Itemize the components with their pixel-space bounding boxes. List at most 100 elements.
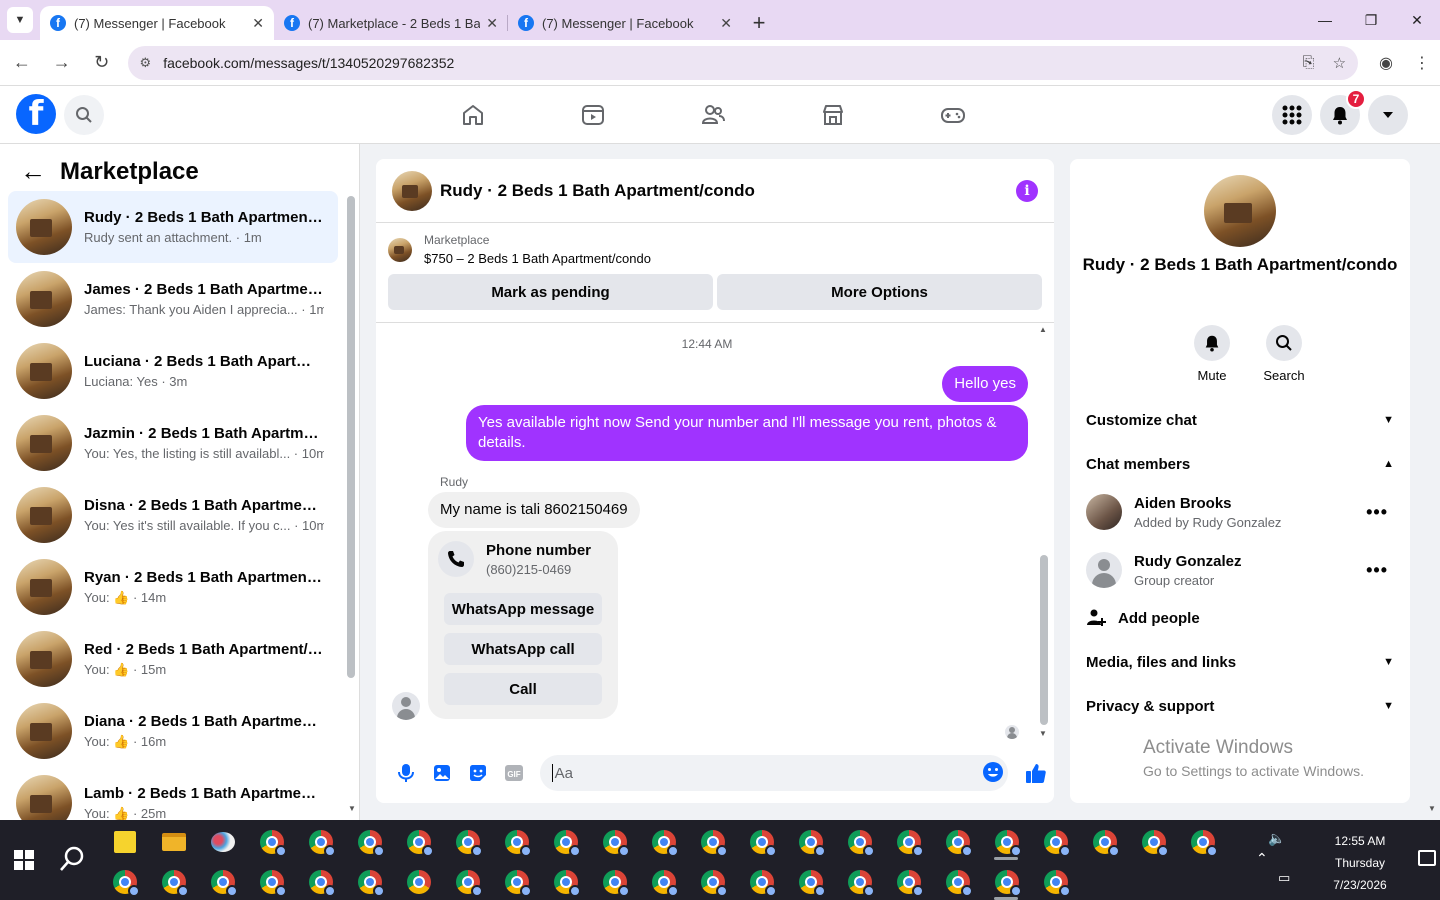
address-bar[interactable]: ⚙ facebook.com/messages/t/13405202976823… (127, 45, 1359, 80)
chat-member-item[interactable]: Aiden Brooks Added by Rudy Gonzalez ••• (1086, 494, 1394, 530)
chrome-window[interactable] (590, 826, 639, 858)
customize-chat-section[interactable]: Customize chat ▼ (1086, 402, 1394, 438)
browser-tab-2[interactable]: f (7) Marketplace - 2 Beds 1 Bath ✕ (274, 6, 508, 40)
reload-icon[interactable]: ↻ (84, 45, 120, 81)
outgoing-message[interactable]: Hello yes (942, 366, 1028, 402)
chat-title[interactable]: Rudy · 2 Beds 1 Bath Apartment/condo (440, 181, 1016, 201)
notifications-button[interactable]: 7 (1320, 89, 1366, 135)
mute-button[interactable]: Mute (1176, 325, 1248, 383)
info-icon[interactable]: i (1016, 179, 1038, 202)
forward-arrow-icon[interactable]: → (44, 45, 80, 81)
chrome-window[interactable] (345, 826, 394, 858)
account-button[interactable] (1368, 95, 1408, 135)
nav-friends-button[interactable] (684, 96, 742, 134)
chrome-window[interactable] (688, 826, 737, 858)
chrome-window[interactable] (786, 866, 835, 898)
chrome-window[interactable] (737, 866, 786, 898)
chrome-window[interactable] (1031, 866, 1080, 898)
minimize-icon[interactable]: — (1302, 0, 1348, 40)
install-app-icon[interactable]: ⎘ (1303, 54, 1315, 71)
conversation-item[interactable]: Diana · 2 Beds 1 Bath Apartment/condo You… (8, 695, 338, 767)
bookmark-star-icon[interactable]: ☆ (1333, 54, 1346, 72)
site-info-icon[interactable]: ⚙ (140, 55, 152, 71)
search-in-chat-button[interactable]: Search (1248, 325, 1320, 383)
chrome-window[interactable] (786, 826, 835, 858)
chrome-window[interactable] (198, 866, 247, 898)
conversation-item[interactable]: Ryan · 2 Beds 1 Bath Apartment/condo You:… (8, 551, 338, 623)
voice-clip-button[interactable] (388, 755, 424, 791)
back-arrow-icon[interactable]: ← (20, 156, 46, 187)
chat-scrollbar[interactable] (1040, 555, 1048, 725)
chrome-window[interactable] (884, 866, 933, 898)
menu-button[interactable] (1272, 95, 1312, 135)
mark-pending-button[interactable]: Mark as pending (388, 274, 713, 310)
media-files-section[interactable]: Media, files and links ▼ (1086, 644, 1394, 680)
conversation-item[interactable]: Rudy · 2 Beds 1 Bath Apartment/condo Rudy… (8, 191, 338, 263)
chrome-window[interactable] (1129, 826, 1178, 858)
conversation-avatar[interactable] (1204, 175, 1276, 247)
like-button[interactable] (1018, 755, 1054, 791)
taskbar-search-icon[interactable] (58, 844, 88, 874)
network-icon[interactable]: ▭ (1278, 870, 1290, 886)
notification-center-icon[interactable] (1418, 850, 1436, 866)
nav-marketplace-button[interactable] (804, 96, 862, 134)
attach-photo-button[interactable] (424, 755, 460, 791)
show-hidden-icons-icon[interactable]: ⌃ (1256, 850, 1268, 867)
nav-home-button[interactable] (444, 96, 502, 134)
sidebar-scrollbar[interactable] (347, 196, 355, 678)
profile-icon[interactable]: ◉ (1368, 45, 1404, 81)
chrome-window[interactable] (933, 866, 982, 898)
incoming-message[interactable]: My name is tali 8602150469 (428, 492, 640, 528)
chat-avatar[interactable] (392, 170, 432, 211)
chrome-window[interactable] (541, 866, 590, 898)
browser-menu-icon[interactable]: ⋮ (1404, 45, 1440, 81)
sender-avatar[interactable] (392, 692, 420, 720)
more-options-icon[interactable]: ••• (1366, 502, 1388, 523)
chrome-window[interactable] (296, 866, 345, 898)
page-scroll-down-arrow-icon[interactable]: ▼ (1428, 804, 1436, 813)
chrome-window[interactable] (639, 866, 688, 898)
taskbar-clock[interactable]: 12:55 AM Thursday 7/23/2026 (1322, 830, 1398, 896)
chrome-window[interactable] (590, 866, 639, 898)
add-people-button[interactable]: Add people (1086, 600, 1394, 636)
browser-tab-1[interactable]: f (7) Messenger | Facebook ✕ (40, 6, 274, 40)
close-icon[interactable]: ✕ (252, 15, 264, 32)
chrome-window[interactable] (933, 826, 982, 858)
chrome-window[interactable] (247, 826, 296, 858)
chrome-window[interactable] (394, 826, 443, 858)
chrome-window[interactable] (345, 866, 394, 898)
chat-member-item[interactable]: Rudy Gonzalez Group creator ••• (1086, 552, 1394, 588)
chrome-window[interactable] (492, 866, 541, 898)
chrome-window[interactable] (884, 826, 933, 858)
new-tab-button[interactable]: + (742, 6, 776, 40)
sticker-button[interactable] (460, 755, 496, 791)
listing-price[interactable]: $750 – 2 Beds 1 Bath Apartment/condo (424, 251, 651, 266)
close-window-icon[interactable]: ✕ (1394, 0, 1440, 40)
nav-video-button[interactable] (564, 96, 622, 134)
windows-start-icon[interactable] (14, 850, 34, 870)
conversation-item[interactable]: Disna · 2 Beds 1 Bath Apartment/condo You… (8, 479, 338, 551)
emoji-icon[interactable] (982, 761, 1004, 783)
url-text[interactable]: facebook.com/messages/t/1340520297682352 (163, 55, 1284, 71)
conversation-item[interactable]: Jazmin · 2 Beds 1 Bath Apartment/condo Yo… (8, 407, 338, 479)
conversation-item[interactable]: Red · 2 Beds 1 Bath Apartment/condo You: … (8, 623, 338, 695)
conversation-item[interactable]: Lamb · 2 Beds 1 Bath Apartment/condo You:… (8, 767, 338, 820)
scroll-up-arrow-icon[interactable]: ▲ (1039, 325, 1047, 334)
chrome-window[interactable] (100, 866, 149, 898)
chrome-window[interactable] (394, 866, 443, 898)
chrome-window[interactable] (247, 866, 296, 898)
chrome-window[interactable] (835, 826, 884, 858)
outgoing-message[interactable]: Yes available right now Send your number… (466, 405, 1028, 461)
chrome-window[interactable] (1031, 826, 1080, 858)
tab-search-button[interactable]: ▼ (0, 0, 40, 40)
file-explorer-app[interactable] (149, 826, 198, 858)
whatsapp-message-button[interactable]: WhatsApp message (444, 593, 602, 625)
chrome-window[interactable] (541, 826, 590, 858)
chrome-window[interactable] (639, 826, 688, 858)
back-arrow-icon[interactable]: ← (4, 45, 40, 81)
call-button[interactable]: Call (444, 673, 602, 705)
chrome-window[interactable] (492, 826, 541, 858)
scroll-down-arrow-icon[interactable]: ▼ (348, 804, 356, 813)
more-options-icon[interactable]: ••• (1366, 560, 1388, 581)
close-icon[interactable]: ✕ (720, 15, 732, 32)
